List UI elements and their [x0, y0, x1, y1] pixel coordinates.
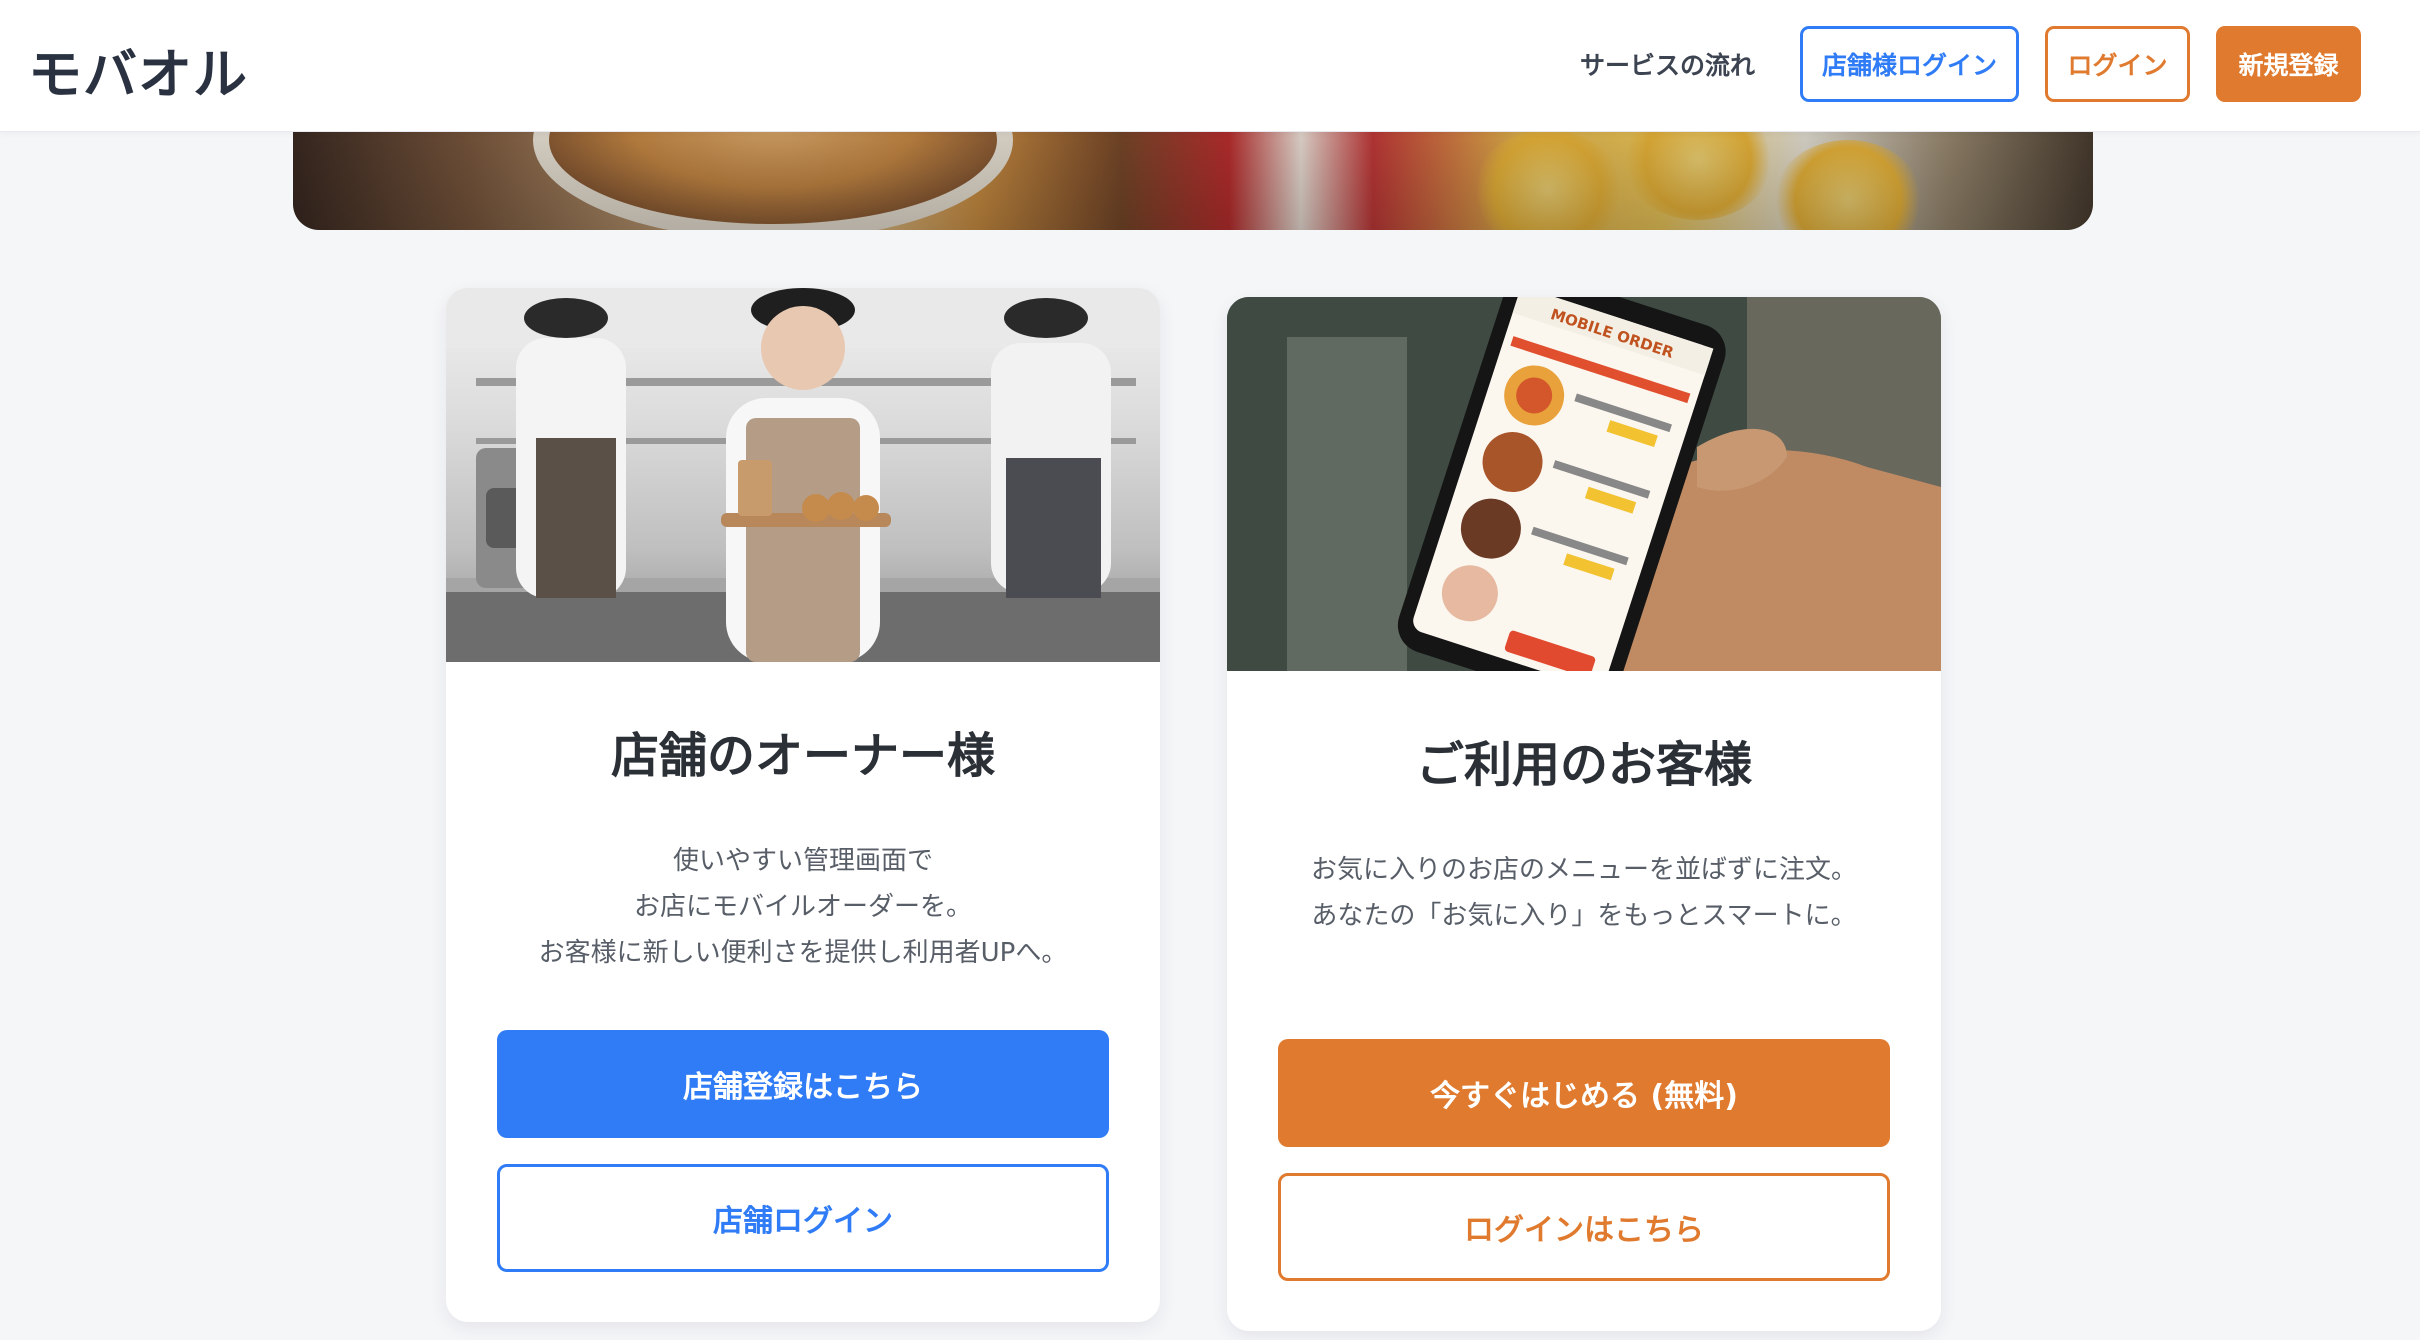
owner-card-description: 使いやすい管理画面で お店にモバイルオーダーを。 お客様に新しい便利さを提供し利…	[446, 838, 1160, 976]
customer-login-button[interactable]: ログインはこちら	[1278, 1173, 1890, 1281]
store-login-button[interactable]: 店舗様ログイン	[1800, 26, 2019, 102]
top-header: モバオル サービスの流れ 店舗様ログイン ログイン 新規登録	[0, 0, 2420, 132]
owner-desc-line: 使いやすい管理画面で	[672, 846, 933, 876]
nav-service-flow-link[interactable]: サービスの流れ	[1580, 46, 1755, 82]
owner-card-title: 店舗のオーナー様	[610, 728, 995, 784]
page: モバオル サービスの流れ 店舗様ログイン ログイン 新規登録 店舗のオーナー様 …	[0, 0, 2420, 1340]
store-login-card-button[interactable]: 店舗ログイン	[497, 1164, 1109, 1272]
cafe-staff-photo	[446, 288, 1160, 662]
customer-card-title: ご利用のお客様	[1415, 737, 1752, 793]
customer-desc-line: お気に入りのお店のメニューを並ばずに注文。	[1310, 855, 1857, 885]
store-register-button[interactable]: 店舗登録はこちら	[497, 1030, 1109, 1138]
owner-desc-line: お客様に新しい便利さを提供し利用者UPへ。	[538, 938, 1068, 968]
owner-desc-line: お店にモバイルオーダーを。	[633, 892, 972, 922]
owner-card: 店舗のオーナー様 使いやすい管理画面で お店にモバイルオーダーを。 お客様に新し…	[446, 288, 1160, 1322]
customer-card-description: お気に入りのお店のメニューを並ばずに注文。 あなたの「お気に入り」をもっとスマー…	[1227, 847, 1941, 939]
hero-banner-image	[293, 120, 2093, 230]
mobile-order-phone-photo: MOBILE ORDER	[1227, 297, 1941, 671]
customer-desc-line: あなたの「お気に入り」をもっとスマートに。	[1311, 901, 1857, 931]
customer-card: MOBILE ORDER ご利用のお客様 お気に入りのお店のメニューを並ばずに注…	[1227, 297, 1941, 1331]
signup-button[interactable]: 新規登録	[2216, 26, 2361, 102]
login-button[interactable]: ログイン	[2045, 26, 2190, 102]
cafe-staff-illustration	[446, 288, 1160, 662]
start-free-button[interactable]: 今すぐはじめる (無料)	[1278, 1039, 1890, 1147]
mobile-order-illustration: MOBILE ORDER	[1227, 297, 1941, 671]
hero-shade-overlay	[293, 120, 2093, 230]
site-logo[interactable]: モバオル	[28, 30, 248, 109]
